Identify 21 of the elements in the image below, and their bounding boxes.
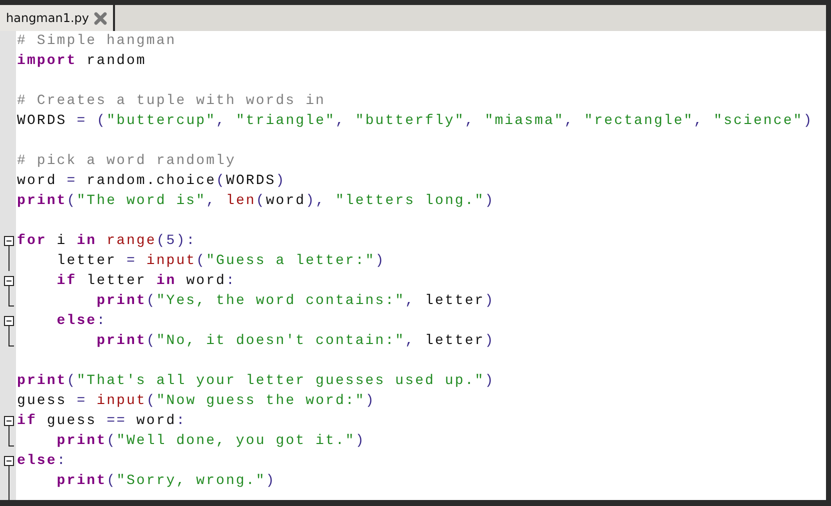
code-line: else:: [17, 452, 68, 471]
close-icon[interactable]: [93, 10, 108, 26]
code-line: print("No, it doesn't contain:", letter): [96, 332, 496, 351]
code-line: print("The word is", len(word), "letters long."): [17, 192, 496, 211]
code-line: WORDS = ("buttercup", "triangle", "butterfly", "miasma", "rectangle", "science"): [17, 112, 814, 131]
code-line: # Simple hangman: [17, 32, 178, 51]
code-line: print("Yes, the word contains:", letter): [96, 292, 496, 311]
code-line: if letter in word:: [56, 272, 237, 291]
code-line: # Creates a tuple with words in: [17, 92, 326, 111]
code-line: if guess == word:: [17, 412, 188, 431]
code-line: letter = input("Guess a letter:"): [56, 252, 386, 271]
code-line: print("Sorry, wrong."): [56, 472, 277, 491]
code-line: print("That's all your letter guesses used up."): [17, 372, 496, 391]
file-tab[interactable]: hangman1.py: [0, 5, 115, 31]
code-line: import random: [17, 52, 148, 71]
code-line: print("Well done, you got it."): [56, 432, 366, 451]
code-line: else:: [56, 312, 108, 331]
code-line: guess = input("Now guess the word:"): [17, 392, 376, 411]
code-line: for i in range(5):: [17, 232, 198, 251]
code-line: word = random.choice(WORDS): [17, 172, 287, 191]
code-line: # pick a word randomly: [17, 152, 237, 171]
